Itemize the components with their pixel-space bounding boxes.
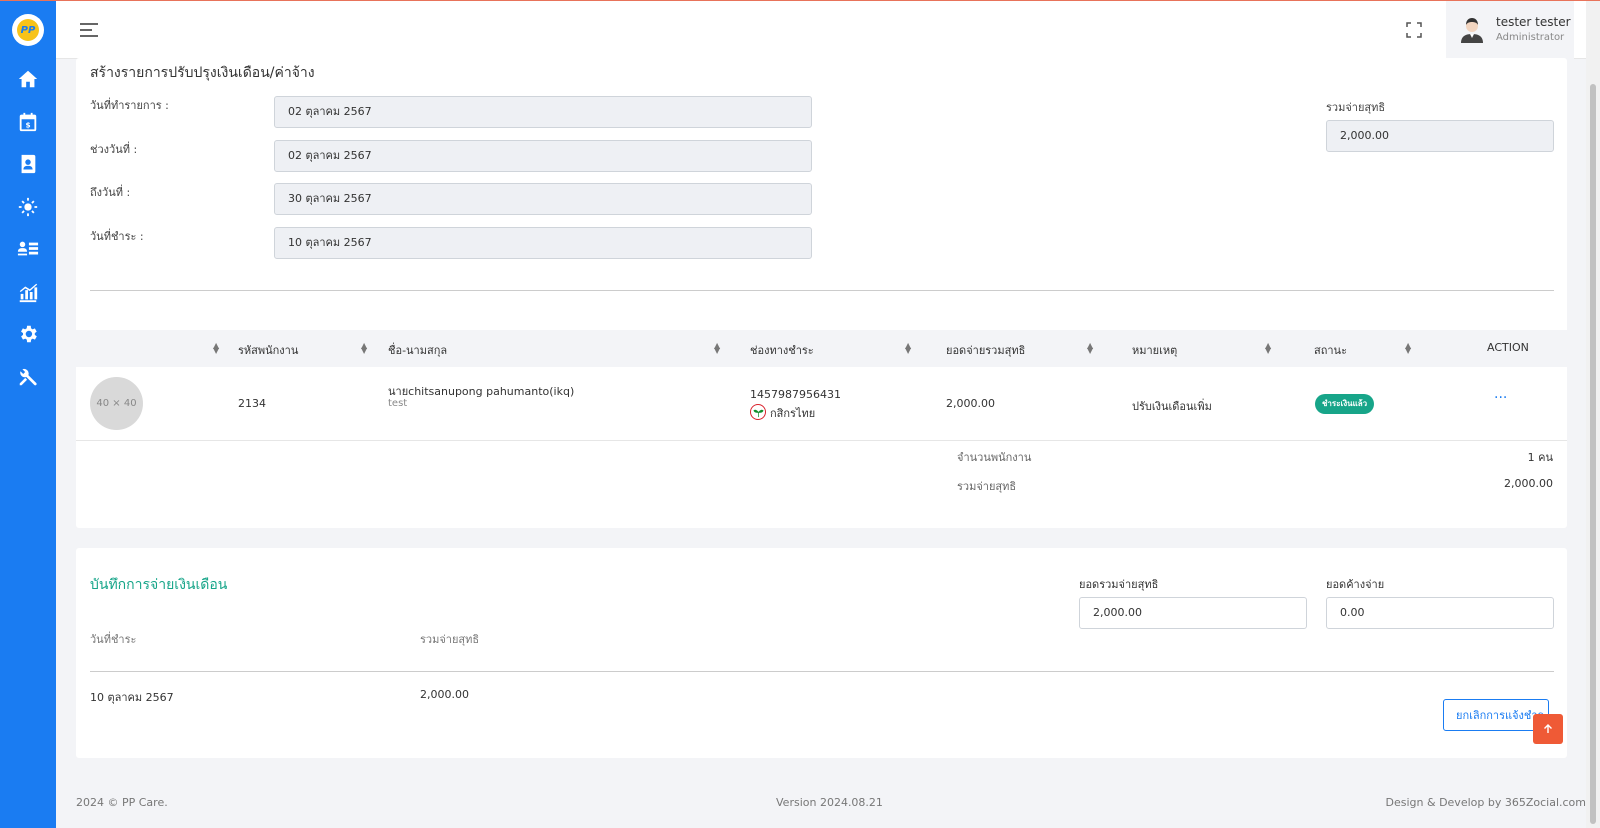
payment-date-label: วันที่ชำระ : xyxy=(90,230,144,243)
col-payment-channel[interactable]: ช่องทางชำระ xyxy=(750,341,814,359)
analytics-chart-icon[interactable] xyxy=(16,280,40,304)
col-employee-id[interactable]: รหัสพนักงาน xyxy=(238,341,298,359)
more-actions-icon[interactable]: ··· xyxy=(1494,390,1507,406)
sort-icon[interactable]: ▲ ▼ xyxy=(361,342,367,355)
start-date-field[interactable]: 02 ตุลาคม 2567 xyxy=(274,140,812,172)
col-full-name[interactable]: ชื่อ-นามสกุล xyxy=(388,341,447,359)
table-row: 40 × 40 2134 นายchitsanupong pahumanto(i… xyxy=(76,367,1567,441)
adjustment-form-card: สร้างรายการปรับปรุงเงินเดือน/ค่าจ้าง วัน… xyxy=(76,58,1567,528)
total-paid-label: ยอดรวมจ่ายสุทธิ xyxy=(1079,578,1159,591)
net-total-label: รวมจ่ายสุทธิ xyxy=(1326,101,1386,114)
divider xyxy=(90,290,1554,291)
employee-name: นายchitsanupong pahumanto(ikq) xyxy=(388,385,575,398)
payment-date-value: 10 ตุลาคม 2567 xyxy=(90,691,174,704)
sidebar: PP $ xyxy=(0,0,56,828)
net-total-field[interactable]: 2,000.00 xyxy=(1326,120,1554,152)
payroll-calendar-icon[interactable]: $ xyxy=(16,110,40,134)
avatar xyxy=(1460,17,1484,43)
net-paid-value: 2,000.00 xyxy=(420,688,469,701)
top-bar: tester tester Administrator xyxy=(56,1,1586,59)
scrollbar[interactable] xyxy=(1586,0,1600,828)
col-payment-date: วันที่ชำระ xyxy=(90,633,137,646)
user-role: Administrator xyxy=(1496,32,1565,43)
transaction-date-field[interactable]: 02 ตุลาคม 2567 xyxy=(274,96,812,128)
net-amount: 2,000.00 xyxy=(946,397,995,410)
col-action: ACTION xyxy=(1487,341,1529,354)
employee-count-label: จำนวนพนักงาน xyxy=(957,451,1032,464)
sort-icon[interactable]: ▲ ▼ xyxy=(905,342,911,355)
end-date-field[interactable]: 30 ตุลาคม 2567 xyxy=(274,183,812,215)
col-status[interactable]: สถานะ xyxy=(1314,341,1347,359)
outstanding-field[interactable]: 0.00 xyxy=(1326,597,1554,629)
sort-icon[interactable]: ▲ ▼ xyxy=(213,342,219,355)
gear-icon[interactable] xyxy=(16,322,40,346)
user-name: tester tester xyxy=(1496,15,1571,29)
user-list-icon[interactable] xyxy=(16,237,40,261)
start-date-label: ช่วงวันที่ : xyxy=(90,143,138,156)
transaction-date-label: วันที่ทำรายการ : xyxy=(90,99,169,112)
page-title: สร้างรายการปรับปรุงเงินเดือน/ค่าจ้าง xyxy=(90,65,315,81)
menu-toggle-icon[interactable] xyxy=(80,23,98,37)
scroll-to-top-button[interactable] xyxy=(1533,714,1563,744)
employee-contact-icon[interactable] xyxy=(16,152,40,176)
kbank-icon xyxy=(750,404,766,420)
svg-text:$: $ xyxy=(25,121,30,130)
employee-photo-placeholder: 40 × 40 xyxy=(90,377,143,430)
scrollbar-thumb[interactable] xyxy=(1590,84,1596,824)
employee-id: 2134 xyxy=(238,397,266,410)
footer-version: Version 2024.08.21 xyxy=(776,796,883,809)
divider xyxy=(90,671,1554,672)
payment-section-title: บันทึกการจ่ายเงินเดือน xyxy=(90,577,228,593)
home-icon[interactable] xyxy=(16,67,40,91)
sort-icon[interactable]: ▲ ▼ xyxy=(1265,342,1271,355)
sort-icon[interactable]: ▲ ▼ xyxy=(1087,342,1093,355)
table-header: ▲ ▼ รหัสพนักงาน ▲ ▼ ชื่อ-นามสกุล ▲ ▼ ช่องทา… xyxy=(76,330,1567,367)
account-number: 1457987956431 xyxy=(750,388,841,401)
summary-net-value: 2,000.00 xyxy=(1504,477,1553,490)
outstanding-label: ยอดค้างจ่าย xyxy=(1326,578,1385,591)
col-net-amount[interactable]: ยอดจ่ายรวมสุทธิ xyxy=(946,341,1025,359)
employee-count-value: 1 คน xyxy=(1527,451,1553,464)
summary-net-label: รวมจ่ายสุทธิ xyxy=(957,480,1017,493)
note: ปรับเงินเดือนเพิ่ม xyxy=(1132,400,1212,413)
footer-copyright: 2024 © PP Care. xyxy=(76,796,168,809)
col-note[interactable]: หมายเหตุ xyxy=(1132,341,1177,359)
status-badge: ชำระเงินแล้ว xyxy=(1315,394,1375,414)
fullscreen-icon[interactable] xyxy=(1406,22,1422,38)
sort-icon[interactable]: ▲ ▼ xyxy=(1405,342,1411,355)
sort-icon[interactable]: ▲ ▼ xyxy=(714,342,720,355)
total-paid-field[interactable]: 2,000.00 xyxy=(1079,597,1307,629)
payment-record-card: บันทึกการจ่ายเงินเดือน ยอดรวมจ่ายสุทธิ 2… xyxy=(76,548,1567,758)
footer-credit: Design & Develop by 365Zocial.com xyxy=(1385,796,1586,809)
col-net-paid: รวมจ่ายสุทธิ xyxy=(420,633,480,646)
user-menu[interactable]: tester tester Administrator xyxy=(1446,1,1574,59)
bank-name: กสิกรไทย xyxy=(770,407,816,420)
payment-date-field[interactable]: 10 ตุลาคม 2567 xyxy=(274,227,812,259)
employee-sub: test xyxy=(388,398,408,409)
footer: 2024 © PP Care. Version 2024.08.21 Desig… xyxy=(56,778,1586,828)
team-settings-icon[interactable] xyxy=(16,195,40,219)
app-logo[interactable]: PP xyxy=(12,14,44,46)
tools-icon[interactable] xyxy=(16,365,40,389)
end-date-label: ถึงวันที่ : xyxy=(90,186,131,199)
top-accent-line xyxy=(0,0,1600,1)
